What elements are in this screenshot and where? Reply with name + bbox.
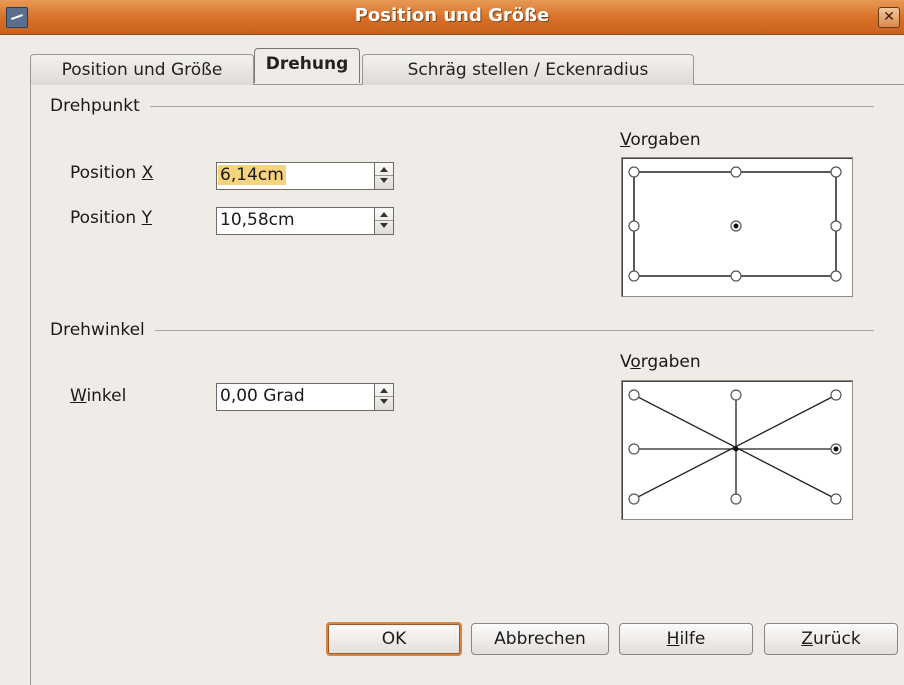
radio-icon[interactable] <box>830 166 842 178</box>
position-y-label-key: Y <box>141 208 152 228</box>
spin-arrows-icon[interactable] <box>374 384 393 410</box>
pivot-presets-label: Vorgaben <box>620 130 701 150</box>
angle-presets-label-key: o <box>630 352 641 372</box>
radio-icon[interactable] <box>730 270 742 282</box>
radio-icon[interactable] <box>628 443 640 455</box>
pivot-separator <box>50 106 874 107</box>
winkel-label-text: inkel <box>86 386 127 406</box>
winkel-label-key: W <box>70 386 87 406</box>
radio-icon[interactable] <box>730 493 742 505</box>
pivot-presets-control[interactable] <box>621 157 853 297</box>
back-button-key: Z <box>801 629 813 649</box>
selected-dot <box>733 223 739 229</box>
position-x-label: Position X <box>70 163 153 183</box>
position-x-label-text: Position <box>70 163 142 183</box>
winkel-value: 0,00 Grad <box>220 386 305 406</box>
window-title: Position und Größe <box>354 5 550 26</box>
radio-icon[interactable] <box>628 270 640 282</box>
angle-presets-diagram <box>628 389 842 505</box>
position-y-value: 10,58cm <box>220 210 295 230</box>
tab-schraeg-stellen[interactable]: Schräg stellen / Eckenradius <box>362 54 694 85</box>
position-y-label-text: Position <box>70 208 142 228</box>
tab-drehung[interactable]: Drehung <box>254 48 360 83</box>
help-button[interactable]: Hilfe <box>619 623 753 655</box>
radio-icon[interactable] <box>830 389 842 401</box>
spin-arrows-icon[interactable] <box>374 208 393 234</box>
radio-icon[interactable] <box>730 166 742 178</box>
winkel-label: Winkel <box>70 386 126 406</box>
radio-icon[interactable] <box>628 389 640 401</box>
position-x-value: 6,14cm <box>218 165 286 185</box>
radio-icon[interactable] <box>830 270 842 282</box>
radio-icon[interactable] <box>830 493 842 505</box>
center-dot <box>733 446 739 452</box>
tab-position-und-groesse[interactable]: Position und Größe <box>30 54 254 85</box>
angle-presets-label-pre: V <box>620 352 631 372</box>
pivot-presets-label-text: orgaben <box>630 130 701 150</box>
spin-arrows-icon[interactable] <box>374 163 393 189</box>
position-y-field[interactable]: 10,58cm <box>216 207 394 235</box>
back-button-text: urück <box>812 629 861 649</box>
radio-icon[interactable] <box>628 166 640 178</box>
position-x-field[interactable]: 6,14cm <box>216 162 394 190</box>
angle-group-label: Drehwinkel <box>50 320 155 340</box>
close-icon[interactable]: ✕ <box>878 7 900 28</box>
radio-icon[interactable] <box>730 389 742 401</box>
radio-icon[interactable] <box>628 220 640 232</box>
angle-separator <box>50 330 874 331</box>
position-y-label: Position Y <box>70 208 152 228</box>
radio-icon[interactable] <box>830 220 842 232</box>
help-button-key: H <box>666 629 680 649</box>
pivot-presets-diagram <box>628 166 842 282</box>
pivot-group-label: Drehpunkt <box>50 96 150 116</box>
ok-button[interactable]: OK <box>326 622 462 656</box>
radio-icon[interactable] <box>628 493 640 505</box>
angle-presets-control[interactable] <box>621 380 853 520</box>
pivot-presets-label-key: V <box>620 130 631 150</box>
title-bar: Position und Größe ✕ <box>0 0 904 35</box>
back-button[interactable]: Zurück <box>764 623 898 655</box>
winkel-field[interactable]: 0,00 Grad <box>216 383 394 411</box>
angle-presets-label: Vorgaben <box>620 352 701 372</box>
angle-presets-label-text: rgaben <box>640 352 701 372</box>
help-button-text: ilfe <box>679 629 706 649</box>
position-x-label-key: X <box>141 163 154 183</box>
selected-dot <box>833 446 839 452</box>
cancel-button[interactable]: Abbrechen <box>471 623 609 655</box>
